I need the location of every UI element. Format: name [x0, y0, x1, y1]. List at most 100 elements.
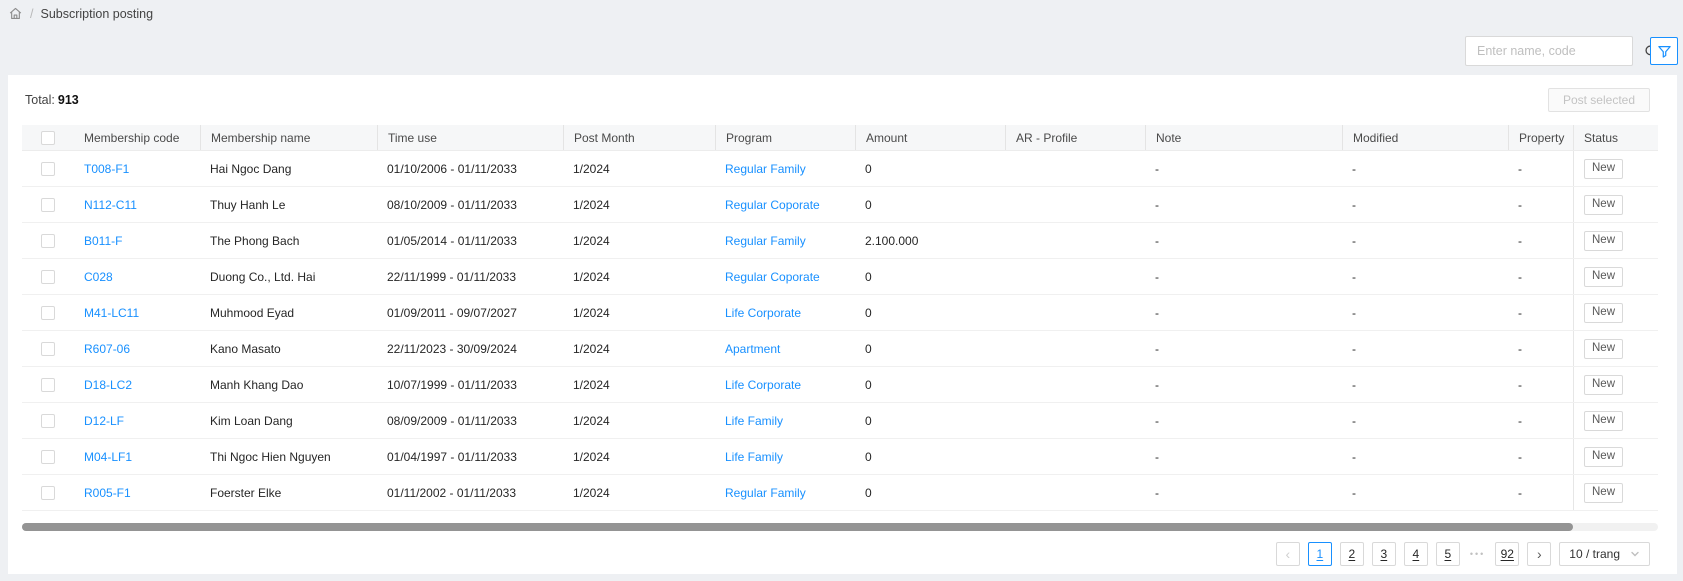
amount-cell: 0 [855, 259, 1005, 294]
note-cell: - [1145, 367, 1342, 402]
program-link[interactable]: Life Family [725, 414, 783, 428]
post-month-cell: 1/2024 [563, 223, 715, 258]
post-month-cell: 1/2024 [563, 187, 715, 222]
select-all-checkbox[interactable] [41, 131, 55, 145]
ar-profile-cell [1005, 367, 1145, 402]
program-link[interactable]: Apartment [725, 342, 780, 356]
search-input[interactable] [1466, 44, 1642, 58]
membership-code-link[interactable]: D18-LC2 [84, 378, 132, 392]
row-checkbox[interactable] [41, 162, 55, 176]
program-link[interactable]: Regular Coporate [725, 198, 820, 212]
membership-name-cell: Duong Co., Ltd. Hai [200, 259, 377, 294]
membership-code-link[interactable]: R005-F1 [84, 486, 131, 500]
status-badge: New [1584, 267, 1623, 287]
time-use-cell: 01/11/2002 - 01/11/2033 [377, 475, 563, 510]
pagination-page-2[interactable]: 2 [1340, 542, 1364, 566]
time-use-cell: 01/04/1997 - 01/11/2033 [377, 439, 563, 474]
status-badge: New [1584, 339, 1623, 359]
membership-code-link[interactable]: B011-F [84, 234, 122, 248]
table-row: R005-F1 Foerster Elke 01/11/2002 - 01/11… [22, 475, 1658, 511]
membership-code-link[interactable]: N112-C11 [84, 198, 137, 212]
membership-name-cell: Kim Loan Dang [200, 403, 377, 438]
program-link[interactable]: Regular Family [725, 234, 806, 248]
program-link[interactable]: Regular Family [725, 162, 806, 176]
program-link[interactable]: Life Corporate [725, 306, 801, 320]
program-link[interactable]: Life Corporate [725, 378, 801, 392]
post-selected-button[interactable]: Post selected [1548, 88, 1650, 112]
post-month-cell: 1/2024 [563, 259, 715, 294]
note-cell: - [1145, 151, 1342, 186]
pagination-next-button[interactable]: › [1527, 542, 1551, 566]
pagination-page-1[interactable]: 1 [1308, 542, 1332, 566]
post-month-cell: 1/2024 [563, 475, 715, 510]
note-cell: - [1145, 187, 1342, 222]
amount-cell: 0 [855, 439, 1005, 474]
program-link[interactable]: Regular Family [725, 486, 806, 500]
row-checkbox[interactable] [41, 198, 55, 212]
modified-cell: - [1342, 439, 1508, 474]
modified-cell: - [1342, 367, 1508, 402]
pagination-page-last[interactable]: 92 [1495, 542, 1519, 566]
membership-code-link[interactable]: R607-06 [84, 342, 130, 356]
horizontal-scrollbar-thumb[interactable] [22, 523, 1573, 531]
membership-code-link[interactable]: M41-LC11 [84, 306, 139, 320]
col-header-property: Property [1508, 125, 1573, 150]
table-row: T008-F1 Hai Ngoc Dang 01/10/2006 - 01/11… [22, 151, 1658, 187]
filter-button[interactable] [1650, 37, 1678, 65]
page-size-select[interactable]: 10 / trang [1559, 542, 1650, 566]
membership-code-link[interactable]: D12-LF [84, 414, 124, 428]
table-row: N112-C11 Thuy Hanh Le 08/10/2009 - 01/11… [22, 187, 1658, 223]
property-cell: - [1508, 475, 1573, 510]
membership-name-cell: Kano Masato [200, 331, 377, 366]
col-header-time-use: Time use [377, 125, 563, 150]
col-header-note: Note [1145, 125, 1342, 150]
ar-profile-cell [1005, 151, 1145, 186]
row-checkbox[interactable] [41, 378, 55, 392]
time-use-cell: 01/05/2014 - 01/11/2033 [377, 223, 563, 258]
row-checkbox[interactable] [41, 342, 55, 356]
pagination-page-3[interactable]: 3 [1372, 542, 1396, 566]
row-checkbox[interactable] [41, 486, 55, 500]
note-cell: - [1145, 331, 1342, 366]
pagination-prev-button[interactable]: ‹ [1276, 542, 1300, 566]
total-count: Total:913 [25, 93, 79, 107]
pagination-ellipsis[interactable]: ••• [1468, 549, 1487, 559]
program-link[interactable]: Life Family [725, 450, 783, 464]
status-badge: New [1584, 231, 1623, 251]
ar-profile-cell [1005, 439, 1145, 474]
time-use-cell: 22/11/2023 - 30/09/2024 [377, 331, 563, 366]
post-month-cell: 1/2024 [563, 367, 715, 402]
table-body: T008-F1 Hai Ngoc Dang 01/10/2006 - 01/11… [22, 151, 1658, 511]
pagination-page-5[interactable]: 5 [1436, 542, 1460, 566]
ar-profile-cell [1005, 223, 1145, 258]
membership-name-cell: The Phong Bach [200, 223, 377, 258]
amount-cell: 0 [855, 187, 1005, 222]
time-use-cell: 08/10/2009 - 01/11/2033 [377, 187, 563, 222]
pagination-page-4[interactable]: 4 [1404, 542, 1428, 566]
col-header-program: Program [715, 125, 855, 150]
row-checkbox[interactable] [41, 414, 55, 428]
col-header-amount: Amount [855, 125, 1005, 150]
row-checkbox[interactable] [41, 234, 55, 248]
membership-code-link[interactable]: T008-F1 [84, 162, 129, 176]
row-checkbox[interactable] [41, 270, 55, 284]
note-cell: - [1145, 403, 1342, 438]
status-badge: New [1584, 375, 1623, 395]
row-checkbox[interactable] [41, 306, 55, 320]
breadcrumb-separator: / [30, 7, 33, 21]
home-icon[interactable] [8, 6, 23, 21]
horizontal-scrollbar [22, 523, 1658, 531]
time-use-cell: 10/07/1999 - 01/11/2033 [377, 367, 563, 402]
table-row: M41-LC11 Muhmood Eyad 01/09/2011 - 09/07… [22, 295, 1658, 331]
modified-cell: - [1342, 475, 1508, 510]
funnel-icon [1657, 44, 1672, 59]
pagination: ‹ 12345 ••• 92 › 10 / trang [8, 542, 1650, 566]
membership-name-cell: Hai Ngoc Dang [200, 151, 377, 186]
content-panel: Total:913 Post selected Membership code … [8, 75, 1677, 574]
program-link[interactable]: Regular Coporate [725, 270, 820, 284]
modified-cell: - [1342, 259, 1508, 294]
membership-code-link[interactable]: C028 [84, 270, 113, 284]
row-checkbox[interactable] [41, 450, 55, 464]
property-cell: - [1508, 259, 1573, 294]
membership-code-link[interactable]: M04-LF1 [84, 450, 132, 464]
